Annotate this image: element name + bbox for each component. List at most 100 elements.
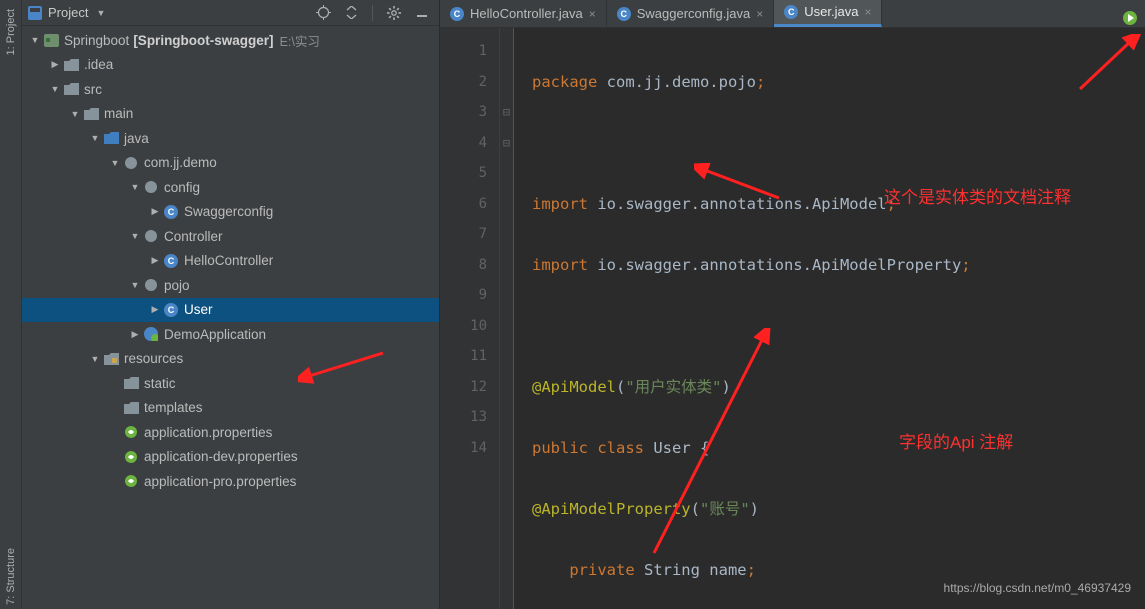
- spring-props-icon: [122, 473, 140, 489]
- tree-item-idea[interactable]: ▶ .idea: [22, 53, 439, 78]
- project-tree[interactable]: ▼ Springboot [Springboot-swagger] E:\实习 …: [22, 26, 439, 609]
- tree-label: resources: [124, 351, 183, 366]
- resources-folder-icon: [102, 351, 120, 367]
- tree-bracket: [Springboot-swagger]: [133, 33, 273, 48]
- class-icon: C: [450, 7, 464, 21]
- chevron-right-icon[interactable]: ▶: [148, 255, 162, 266]
- chevron-down-icon[interactable]: ▼: [68, 109, 82, 119]
- close-icon[interactable]: ×: [864, 5, 871, 19]
- tree-label: config: [164, 180, 200, 195]
- close-icon[interactable]: ×: [589, 7, 596, 21]
- tree-item-swaggerconfig[interactable]: ▶ C Swaggerconfig: [22, 200, 439, 225]
- view-dropdown-icon[interactable]: ▼: [96, 8, 105, 18]
- tree-item-templates[interactable]: ▶ templates: [22, 396, 439, 421]
- folder-icon: [62, 57, 80, 73]
- class-icon: C: [162, 204, 180, 220]
- tree-label: Springboot: [64, 33, 129, 48]
- tree-item-demoapp[interactable]: ▶ DemoApplication: [22, 322, 439, 347]
- tree-item-user[interactable]: ▶ C User: [22, 298, 439, 323]
- hide-icon[interactable]: [411, 2, 433, 24]
- close-icon[interactable]: ×: [756, 7, 763, 21]
- tree-label: Swaggerconfig: [184, 204, 273, 219]
- tree-label: application.properties: [144, 425, 272, 440]
- tree-label: static: [144, 376, 176, 391]
- run-ide-icon[interactable]: [1121, 9, 1139, 27]
- tree-label: templates: [144, 400, 203, 415]
- chevron-down-icon[interactable]: ▼: [108, 158, 122, 168]
- tree-item-config[interactable]: ▼ config: [22, 175, 439, 200]
- tab-user[interactable]: C User.java ×: [774, 0, 882, 27]
- tree-label: main: [104, 106, 133, 121]
- tree-path: E:\实习: [280, 31, 320, 50]
- chevron-down-icon[interactable]: ▼: [88, 133, 102, 143]
- chevron-right-icon[interactable]: ▶: [148, 304, 162, 315]
- folder-icon: [82, 106, 100, 122]
- class-icon: C: [617, 7, 631, 21]
- tree-label: Controller: [164, 229, 223, 244]
- tree-item-app-props[interactable]: ▶ application.properties: [22, 420, 439, 445]
- folder-icon: [122, 375, 140, 391]
- editor-tabbar: C HelloController.java × C Swaggerconfig…: [440, 0, 1145, 28]
- vtab-structure[interactable]: 7: Structure: [3, 544, 19, 609]
- tree-item-app-pro[interactable]: ▶ application-pro.properties: [22, 469, 439, 494]
- chevron-right-icon[interactable]: ▶: [148, 206, 162, 217]
- tree-label: .idea: [84, 57, 113, 72]
- project-panel-header: Project ▼: [22, 0, 439, 26]
- chevron-down-icon[interactable]: ▼: [128, 182, 142, 192]
- tree-item-resources[interactable]: ▼ resources: [22, 347, 439, 372]
- locate-icon[interactable]: [312, 2, 334, 24]
- class-icon: C: [162, 253, 180, 269]
- tree-item-hellocontroller[interactable]: ▶ C HelloController: [22, 249, 439, 274]
- chevron-right-icon[interactable]: ▶: [48, 59, 62, 70]
- chevron-right-icon[interactable]: ▶: [128, 329, 142, 340]
- svg-text:C: C: [168, 207, 175, 217]
- fold-column[interactable]: ⊟⊟: [500, 28, 514, 609]
- tool-window-ribbon: 1: Project 7: Structure: [0, 0, 22, 609]
- tab-swaggerconfig[interactable]: C Swaggerconfig.java ×: [607, 0, 774, 27]
- package-icon: [142, 179, 160, 195]
- tree-label: application-dev.properties: [144, 449, 298, 464]
- tree-item-src[interactable]: ▼ src: [22, 77, 439, 102]
- tree-item-controller[interactable]: ▼ Controller: [22, 224, 439, 249]
- folder-icon: [122, 400, 140, 416]
- tree-label: application-pro.properties: [144, 474, 296, 489]
- tree-item-app-dev[interactable]: ▶ application-dev.properties: [22, 445, 439, 470]
- tree-item-java[interactable]: ▼ java: [22, 126, 439, 151]
- panel-title: Project: [48, 5, 88, 20]
- chevron-down-icon[interactable]: ▼: [128, 231, 142, 241]
- chevron-down-icon[interactable]: ▼: [128, 280, 142, 290]
- class-icon: C: [784, 5, 798, 19]
- chevron-down-icon[interactable]: ▼: [48, 84, 62, 94]
- source-folder-icon: [102, 130, 120, 146]
- project-panel: Project ▼ ▼ Springboot [Springboot-swagg…: [22, 0, 440, 609]
- spring-props-icon: [122, 424, 140, 440]
- module-icon: [42, 32, 60, 48]
- tab-label: HelloController.java: [470, 6, 583, 21]
- tree-item-static[interactable]: ▶ static: [22, 371, 439, 396]
- tree-item-main[interactable]: ▼ main: [22, 102, 439, 127]
- tree-label: com.jj.demo: [144, 155, 217, 170]
- expand-all-icon[interactable]: [340, 2, 362, 24]
- tree-item-pojo[interactable]: ▼ pojo: [22, 273, 439, 298]
- chevron-down-icon[interactable]: ▼: [88, 354, 102, 364]
- svg-text:C: C: [168, 305, 175, 315]
- tree-label: User: [184, 302, 213, 317]
- folder-icon: [62, 81, 80, 97]
- svg-text:C: C: [168, 256, 175, 266]
- watermark: https://blog.csdn.net/m0_46937429: [944, 573, 1131, 604]
- chevron-down-icon[interactable]: ▼: [28, 35, 42, 45]
- tree-item-package[interactable]: ▼ com.jj.demo: [22, 151, 439, 176]
- tree-label: HelloController: [184, 253, 273, 268]
- tree-label: src: [84, 82, 102, 97]
- project-view-icon: [28, 6, 42, 20]
- tree-label: pojo: [164, 278, 190, 293]
- class-icon: C: [162, 302, 180, 318]
- tree-label: DemoApplication: [164, 327, 266, 342]
- code-editor[interactable]: package com.jj.demo.pojo; import io.swag…: [514, 28, 1145, 609]
- separator: [372, 5, 373, 21]
- tab-hellocontroller[interactable]: C HelloController.java ×: [440, 0, 607, 27]
- gear-icon[interactable]: [383, 2, 405, 24]
- vtab-project[interactable]: 1: Project: [3, 5, 19, 59]
- tree-label: java: [124, 131, 149, 146]
- tree-root[interactable]: ▼ Springboot [Springboot-swagger] E:\实习: [22, 28, 439, 53]
